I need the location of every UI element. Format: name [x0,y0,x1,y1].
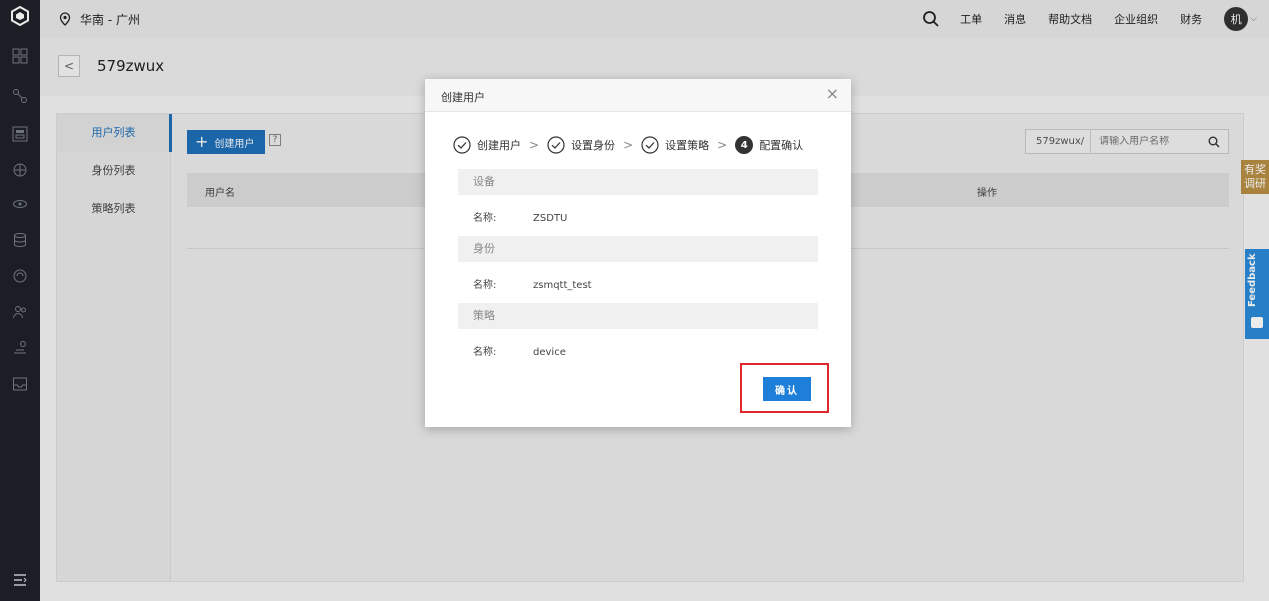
field-key: 名称: [473,280,497,291]
close-icon[interactable]: × [826,86,839,102]
field-value: device [533,347,566,358]
create-user-dialog: 创建用户 × 创建用户 > 设置身份 > 设置策略 > 4 配置确认 设备 名称… [425,79,851,427]
confirm-button[interactable]: 确认 [763,377,811,401]
dialog-title: 创建用户 [441,91,485,104]
dialog-header: 创建用户 × [425,79,851,112]
check-circle-icon [547,136,565,154]
stepper: 创建用户 > 设置身份 > 设置策略 > 4 配置确认 [453,135,803,155]
step-confirm-config: 4 配置确认 [735,136,803,154]
section-policy-heading: 策略 [458,303,818,329]
device-name-row: 名称: ZSDTU [473,209,567,224]
step-set-policy: 设置策略 [641,136,709,154]
check-circle-icon [641,136,659,154]
step-label: 创建用户 [477,139,521,152]
section-device-heading: 设备 [458,169,818,195]
section-identity-heading: 身份 [458,236,818,262]
step-label: 设置身份 [571,139,616,152]
step-number: 4 [735,136,754,154]
field-key: 名称: [473,213,497,224]
step-set-identity: 设置身份 [547,136,615,154]
identity-name-row: 名称: zsmqtt_test [473,276,592,291]
step-label: 设置策略 [665,139,710,152]
field-value: zsmqtt_test [533,280,592,291]
step-label: 配置确认 [759,139,804,152]
field-key: 名称: [473,347,497,358]
chevron-right-icon: > [623,138,634,152]
field-value: ZSDTU [533,213,568,224]
step-create-user: 创建用户 [453,136,521,154]
chevron-right-icon: > [717,138,728,152]
policy-name-row: 名称: device [473,343,566,358]
chevron-right-icon: > [529,138,540,152]
check-circle-icon [453,136,471,154]
